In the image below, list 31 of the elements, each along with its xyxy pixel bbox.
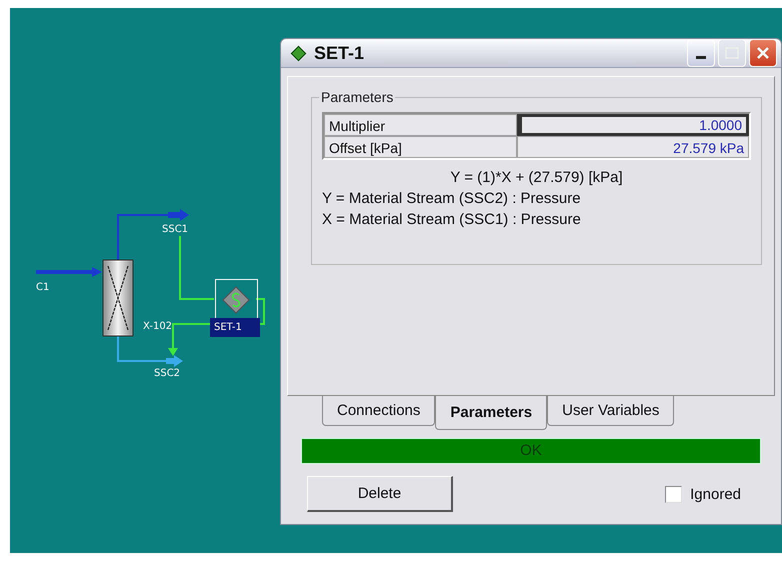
group-title: Parameters [319,89,396,105]
minimize-icon [696,56,706,60]
table-cell: Offset [kPa] [324,136,517,158]
unit-label: SET-1 [214,322,242,333]
delete-button[interactable]: Delete [307,476,453,512]
status-bar: OK [301,438,761,464]
label-background [210,318,260,337]
stream-label: SSC2 [154,368,180,379]
tab[interactable]: User Variables [547,396,674,426]
definition-text: Y = Material Stream (SSC2) : Pressure [322,190,582,207]
definition-text: X = Material Stream (SSC1) : Pressure [322,211,582,228]
stream-arrow [168,209,189,221]
unit-label: X-102 [143,321,172,332]
window-title: SET-1 [314,42,366,64]
checkbox[interactable] [665,486,682,502]
stream-label: SSC1 [162,224,188,235]
value-cell[interactable]: 1.0000 [517,114,749,136]
stream-arrow [166,355,183,367]
close-button[interactable] [749,39,777,67]
arrow-icon [168,348,178,356]
tab[interactable]: Parameters [435,396,548,430]
stream-label: C1 [36,282,50,293]
tab[interactable]: Connections [322,396,436,426]
equation-text: Y = (1)*X + (27.579) [kPa] [449,169,624,186]
stream-line [117,336,166,362]
value-cell[interactable]: 27.579 kPa [517,136,749,158]
minimize-button[interactable] [687,39,715,67]
stream-arrow [36,267,102,277]
table-cell: Multiplier [324,114,517,136]
checkbox-label[interactable]: Ignored [690,486,741,502]
close-icon [756,46,770,60]
